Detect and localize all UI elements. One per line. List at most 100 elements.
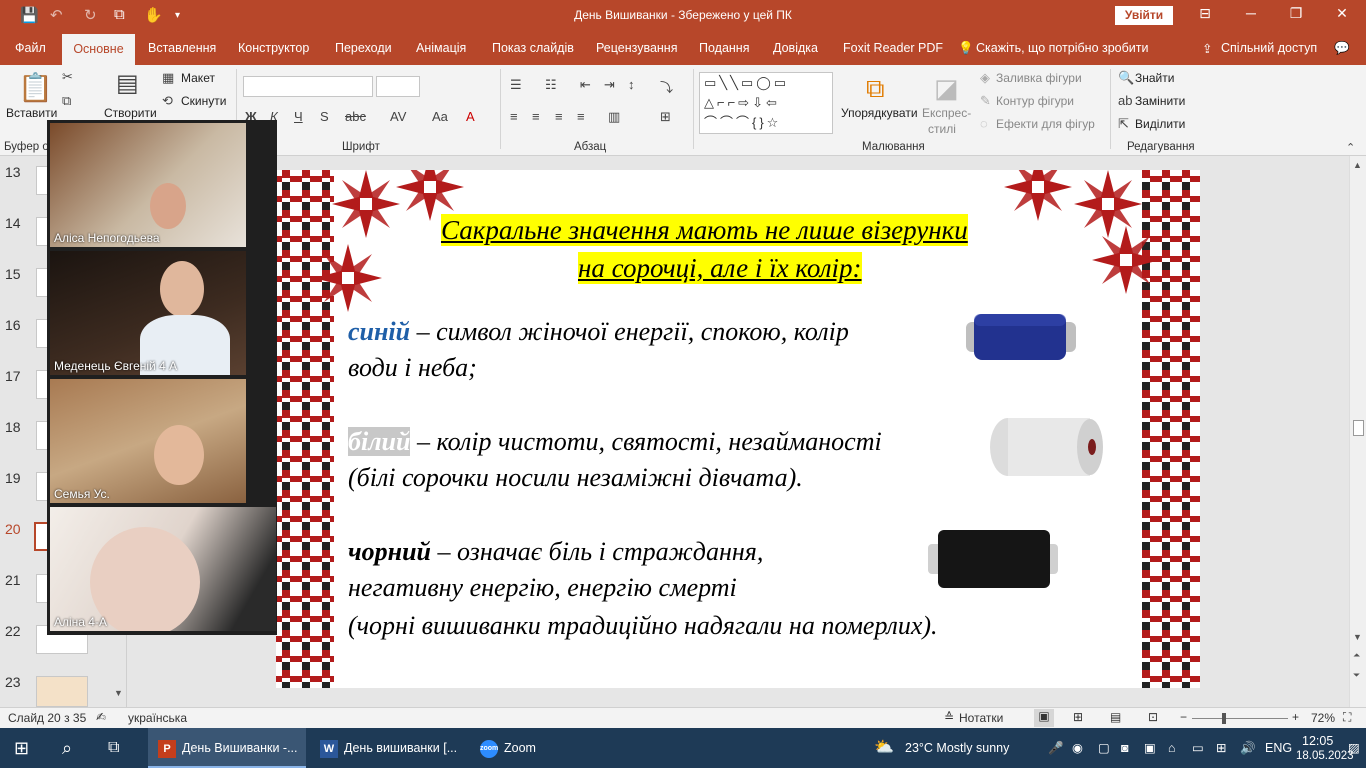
align-right-icon[interactable]: ≡ [555,109,563,124]
find-button[interactable]: Знайти [1135,71,1174,85]
task-view-icon[interactable]: ⧉ [108,728,119,768]
line-spacing-icon[interactable]: ↕ [628,77,635,92]
change-case-icon[interactable]: Aa [432,109,448,124]
comments-icon[interactable]: 💬 [1334,41,1350,56]
next-slide-icon[interactable]: ⏷ [1353,670,1360,681]
strikethrough-icon[interactable]: abc [345,109,366,124]
tab-foxit[interactable]: Foxit Reader PDF [843,41,943,55]
smartart-icon[interactable]: ⊞ [660,109,671,125]
char-spacing-icon[interactable]: AV [390,109,406,124]
underline-icon[interactable]: Ч [294,109,303,124]
columns-icon[interactable]: ▥ [608,109,620,125]
slide-canvas[interactable]: Сакральне значення мають не лише візерун… [276,170,1200,688]
tab-slideshow[interactable]: Показ слайдів [492,41,574,55]
replace-button[interactable]: Замінити [1135,94,1185,108]
participant-tile[interactable]: Аліна 4-А [50,507,276,631]
notes-button[interactable]: Нотатки [959,711,1003,725]
align-center-icon[interactable]: ≡ [532,109,540,124]
weather-text[interactable]: 23°C Mostly sunny [905,728,1009,768]
taskbar-app-zoom[interactable]: zoom Zoom [472,728,572,768]
bullets-icon[interactable]: ☰ [510,77,522,93]
shape-outline-button[interactable]: Контур фігури [996,94,1074,108]
tell-me-search[interactable]: Скажіть, що потрібно зробити [976,41,1149,55]
restore-button[interactable]: ❐ [1281,5,1311,22]
slideshow-icon[interactable]: ⊡ [1148,710,1158,724]
fit-to-window-icon[interactable]: ⛶ [1343,710,1351,725]
increase-indent-icon[interactable]: ⇥ [604,77,615,93]
tab-file[interactable]: Файл [15,41,46,55]
collapse-ribbon-icon[interactable]: ⌃ [1346,141,1355,154]
spellcheck-icon[interactable]: ✍ [96,710,106,724]
paste-button[interactable]: Вставити [6,106,57,120]
input-language[interactable]: ENG [1265,728,1292,768]
new-slide-button[interactable]: Створити [104,106,157,120]
tab-design[interactable]: Конструктор [238,41,309,55]
tray-icon[interactable]: ▣ [1144,728,1156,768]
reading-view-icon[interactable]: ▤ [1110,710,1121,724]
clock-date[interactable]: 18.05.2023 [1296,736,1354,768]
font-name-input[interactable] [243,76,373,97]
scroll-thumb[interactable] [1353,420,1364,436]
zoom-out-icon[interactable]: − [1180,710,1187,724]
windows-start-icon[interactable]: ⊞ [14,728,29,768]
tab-animations[interactable]: Анімація [416,41,466,55]
shapes-gallery[interactable]: ▭╲╲▭◯▭ △⌐⌐⇨⇩⇦ ⌒⌒⌒{}☆ [699,72,833,134]
paste-icon[interactable]: 📋 [18,71,53,104]
tab-view[interactable]: Подання [699,41,749,55]
copy-icon[interactable]: ⧉ [62,93,71,109]
notifications-icon[interactable]: ▨ [1348,728,1360,768]
reset-button[interactable]: Скинути [181,94,226,108]
slide-sorter-icon[interactable]: ⊞ [1073,710,1083,724]
numbering-icon[interactable]: ☷ [545,77,557,93]
font-size-input[interactable] [376,76,420,97]
participant-tile[interactable]: Аліса Непогодьева [50,123,246,247]
taskbar-app-word[interactable]: W День вишиванки [... [310,728,468,768]
microphone-icon[interactable]: 🎤 [1048,728,1064,768]
tab-home[interactable]: Основне [62,34,135,65]
new-slide-icon[interactable]: ▤ [116,69,139,98]
scroll-down-icon[interactable]: ▼ [1353,632,1362,642]
scroll-up-icon[interactable]: ▲ [1353,160,1362,170]
search-icon[interactable]: ⌕ [62,728,72,768]
slide-thumbnail[interactable] [36,676,88,707]
ribbon-display-icon[interactable]: ⊟ [1190,5,1220,22]
tray-icon[interactable]: ▢ [1098,728,1110,768]
decrease-indent-icon[interactable]: ⇤ [580,77,591,93]
tab-insert[interactable]: Вставлення [148,41,216,55]
taskbar-app-powerpoint[interactable]: P День Вишиванки -... [148,728,306,768]
minimize-button[interactable]: ─ [1236,5,1266,21]
align-left-icon[interactable]: ≡ [510,109,518,124]
layout-button[interactable]: Макет [181,71,215,85]
shape-fill-button[interactable]: Заливка фігури [996,71,1082,85]
zoom-in-icon[interactable]: + [1292,710,1299,724]
normal-view-icon[interactable]: ▣ [1034,709,1054,727]
battery-icon[interactable]: ▭ [1192,728,1204,768]
tray-icon[interactable]: ◙ [1121,728,1129,768]
justify-icon[interactable]: ≡ [577,109,585,124]
zoom-slider-thumb[interactable] [1222,713,1226,724]
prev-slide-icon[interactable]: ⏶ [1353,650,1360,661]
tab-help[interactable]: Довідка [773,41,818,55]
font-color-icon[interactable]: A [466,109,475,124]
zoom-tray-icon[interactable]: ◉ [1072,728,1083,768]
language-indicator[interactable]: українська [128,711,187,725]
tab-review[interactable]: Рецензування [596,41,677,55]
vertical-scrollbar[interactable]: ▲ ▼ ⏶ ⏷ [1349,156,1366,707]
thumb-scroll-down-icon[interactable]: ▼ [110,688,127,707]
tab-transitions[interactable]: Переходи [335,41,392,55]
zoom-slider[interactable] [1192,718,1288,719]
text-direction-icon[interactable]: ⤵ [660,77,673,96]
shadow-icon[interactable]: S [320,109,329,124]
tray-icon[interactable]: ⌂ [1168,728,1176,768]
share-button[interactable]: Спільний доступ [1221,41,1317,55]
participant-tile[interactable]: Меденець Євгеній 4 А [50,251,246,375]
select-button[interactable]: Виділити [1135,117,1185,131]
cut-icon[interactable]: ✂ [62,69,73,85]
arrange-button[interactable]: Упорядкувати [841,106,918,120]
sign-in-button[interactable]: Увійти [1115,6,1173,25]
volume-icon[interactable]: 🔊 [1240,728,1256,768]
close-button[interactable]: ✕ [1327,5,1357,22]
network-icon[interactable]: ⊞ [1216,728,1226,768]
shape-effects-button[interactable]: Ефекти для фігур [996,117,1095,131]
weather-icon[interactable]: ⛅ [874,728,894,768]
